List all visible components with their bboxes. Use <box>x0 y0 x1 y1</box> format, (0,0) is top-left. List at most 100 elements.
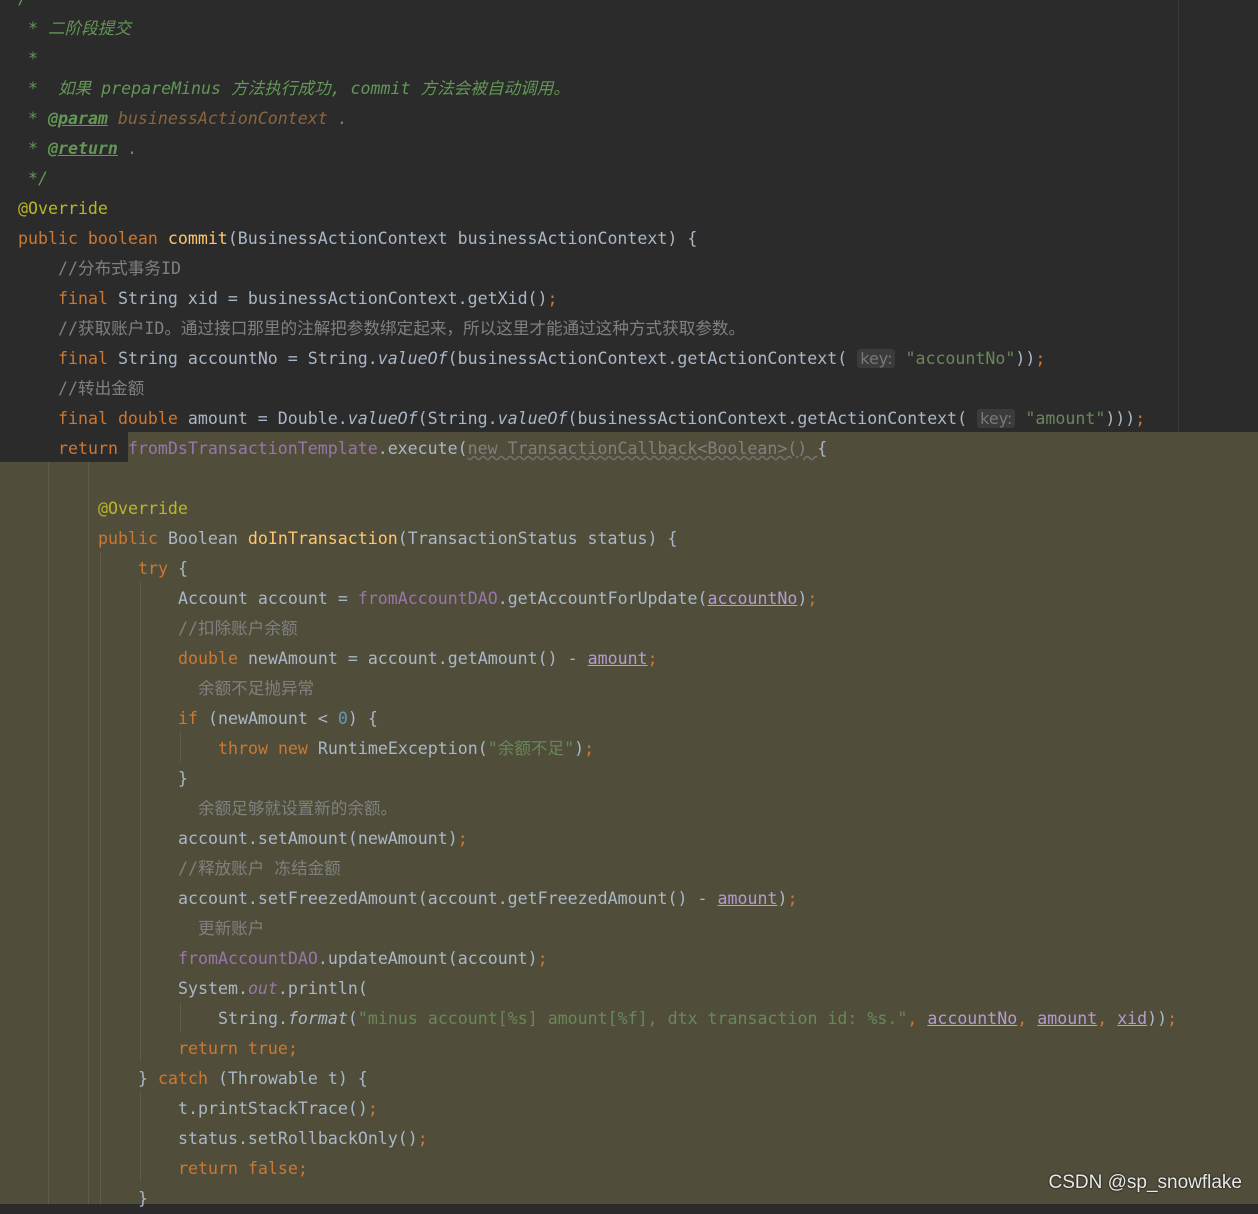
code-token: System. <box>178 979 248 998</box>
code-token: * 如果 prepareMinus 方法执行成功, commit 方法会被自动调… <box>18 79 570 98</box>
code-token: * <box>18 49 38 68</box>
code-editor[interactable]: /** * 二阶段提交 * * 如果 prepareMinus 方法执行成功, … <box>0 0 1258 1214</box>
code-token: RuntimeException( <box>317 739 488 758</box>
code-token: amount = Double. <box>187 409 348 428</box>
code-token: ; <box>457 829 468 848</box>
code-token: accountNo <box>707 589 798 608</box>
code-token: 余额不足抛异常 <box>178 679 315 698</box>
code-token: throw new <box>218 739 318 758</box>
code-line: String.format("minus account[%s] amount[… <box>0 1004 1258 1034</box>
code-token: try <box>138 559 178 578</box>
code-token: commit <box>167 229 228 248</box>
watermark: CSDN @sp_snowflake <box>1048 1172 1242 1193</box>
code-line: 更新账户 <box>0 914 1258 944</box>
code-line: //扣除账户余额 <box>0 614 1258 644</box>
code-line: } catch (Throwable t) { <box>0 1064 1258 1094</box>
code-token: ; <box>584 739 595 758</box>
code-token: String xid = businessActionContext.getXi… <box>117 289 548 308</box>
code-token: public <box>98 529 168 548</box>
code-token: catch <box>157 1069 218 1088</box>
code-token: //获取账户ID。通过接口那里的注解把参数绑定起来，所以这里才能通过这种方式获取… <box>58 319 746 338</box>
code-token: ; <box>537 949 548 968</box>
code-token: out <box>247 979 278 998</box>
code-token: double <box>178 649 248 668</box>
code-token: "amount" <box>1015 409 1106 428</box>
code-token: "accountNo" <box>895 349 1016 368</box>
code-token: { <box>817 439 828 458</box>
parameter-hint: key: <box>977 409 1016 428</box>
code-token: , <box>907 1009 928 1028</box>
code-line: account.setFreezedAmount(account.getFree… <box>0 884 1258 914</box>
code-line: */ <box>0 164 1258 194</box>
code-token: ) { <box>347 709 378 728</box>
code-token: . <box>117 139 138 158</box>
code-token: fromDsTransactionTemplate <box>127 439 378 458</box>
code-line: 余额足够就设置新的余额。 <box>0 794 1258 824</box>
code-token: 余额足够就设置新的余额。 <box>178 799 398 818</box>
code-token: final <box>58 289 118 308</box>
code-line: 余额不足抛异常 <box>0 674 1258 704</box>
code-token: businessActionContext <box>107 109 328 128</box>
code-line: * @param businessActionContext . <box>0 104 1258 134</box>
code-token: ( <box>347 1009 358 1028</box>
code-token: ; <box>417 1129 428 1148</box>
code-line: status.setRollbackOnly(); <box>0 1124 1258 1154</box>
code-token: , <box>1017 1009 1038 1028</box>
code-token: new TransactionCallback<Boolean>() <box>467 439 818 458</box>
code-token: ; <box>367 1099 378 1118</box>
code-token: , <box>1097 1009 1118 1028</box>
code-token: account.setAmount(newAmount) <box>178 829 458 848</box>
code-token: (businessActionContext.getActionContext( <box>567 409 978 428</box>
code-token: */ <box>18 169 48 188</box>
code-token: (businessActionContext.getActionContext( <box>447 349 858 368</box>
code-token: * 二阶段提交 <box>18 19 131 38</box>
code-token: public boolean <box>18 229 168 248</box>
code-token: amount <box>717 889 778 908</box>
code-token: @Override <box>18 199 108 218</box>
code-token: ) <box>574 739 585 758</box>
code-token: valueOf <box>347 409 418 428</box>
code-line: //释放账户 冻结金额 <box>0 854 1258 884</box>
code-line: public Boolean doInTransaction(Transacti… <box>0 524 1258 554</box>
code-token: ; <box>1035 349 1046 368</box>
code-token: final <box>58 349 118 368</box>
code-token: Account account = <box>178 589 358 608</box>
code-token: String. <box>218 1009 288 1028</box>
code-line: if (newAmount < 0) { <box>0 704 1258 734</box>
code-line: return true; <box>0 1034 1258 1064</box>
code-token: //转出金额 <box>58 379 145 398</box>
code-token: valueOf <box>377 349 448 368</box>
code-token: ; <box>787 889 798 908</box>
code-token: /** <box>18 0 48 8</box>
code-line: //分布式事务ID <box>0 254 1258 284</box>
code-token: newAmount = account.getAmount() - <box>247 649 588 668</box>
code-line: t.printStackTrace(); <box>0 1094 1258 1124</box>
code-token: )) <box>1015 349 1036 368</box>
code-line: try { <box>0 554 1258 584</box>
code-line: @Override <box>0 194 1258 224</box>
code-token: t.printStackTrace() <box>178 1099 368 1118</box>
code-token: //分布式事务ID <box>58 259 181 278</box>
code-line: return fromDsTransactionTemplate.execute… <box>0 434 1258 464</box>
code-line: final String accountNo = String.valueOf(… <box>0 344 1258 374</box>
code-token: ) <box>777 889 788 908</box>
code-token: * <box>18 109 48 128</box>
code-token: .getAccountForUpdate( <box>497 589 708 608</box>
code-token: //扣除账户余额 <box>178 619 298 638</box>
code-token: (String. <box>417 409 498 428</box>
code-token: final double <box>58 409 188 428</box>
code-token: { <box>177 559 188 578</box>
code-token: (BusinessActionContext businessActionCon… <box>227 229 698 248</box>
code-token: ; <box>1167 1009 1178 1028</box>
code-token: xid <box>1117 1009 1148 1028</box>
code-token: //释放账户 冻结金额 <box>178 859 341 878</box>
code-line: account.setAmount(newAmount); <box>0 824 1258 854</box>
code-token: } <box>138 1069 158 1088</box>
code-token: (newAmount < <box>207 709 338 728</box>
code-token: amount <box>587 649 648 668</box>
code-token: fromAccountDAO <box>357 589 498 608</box>
code-token: String accountNo = String. <box>117 349 378 368</box>
code-token: account.setFreezedAmount(account.getFree… <box>178 889 718 908</box>
code-token: return <box>58 439 128 458</box>
